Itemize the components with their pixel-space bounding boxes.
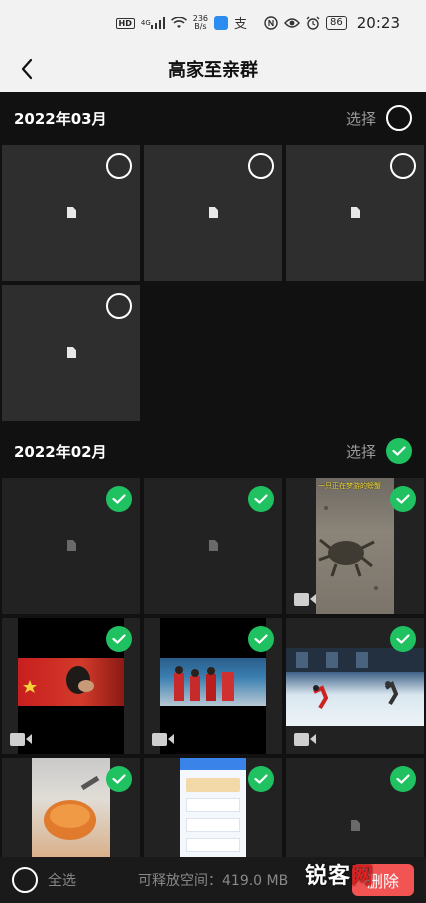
network-speed-unit: B/s	[194, 22, 207, 31]
select-all-button[interactable]: 全选	[12, 867, 76, 893]
chevron-left-icon	[21, 58, 33, 80]
video-icon	[294, 732, 316, 746]
checked-circle-icon[interactable]	[248, 766, 274, 792]
wifi-icon	[170, 17, 187, 29]
hd-indicator: HD	[115, 17, 135, 29]
network-type: 4G	[140, 19, 151, 27]
video-icon	[152, 732, 174, 746]
file-icon	[209, 540, 218, 551]
file-icon	[67, 207, 76, 218]
cloud-app-icon	[214, 16, 229, 30]
section-header-february: 2022年02月 选择	[0, 426, 426, 476]
media-tile[interactable]	[144, 478, 282, 614]
title-bar: 高家至亲群	[0, 46, 426, 92]
media-tile[interactable]: 一只正在梦游的螃蟹	[286, 478, 424, 614]
unchecked-circle-icon[interactable]	[106, 293, 132, 319]
free-space-text: 可释放空间：419.0 MB	[138, 873, 289, 889]
clock: 20:23	[356, 14, 400, 32]
media-tile[interactable]	[2, 478, 140, 614]
media-tile[interactable]	[2, 145, 140, 281]
select-section-button[interactable]: 选择	[346, 438, 412, 464]
file-icon	[351, 207, 360, 218]
video-caption: 一只正在梦游的螃蟹	[318, 482, 381, 490]
checked-circle-icon	[386, 438, 412, 464]
svg-text:支: 支	[234, 17, 247, 30]
section-header-march: 2022年03月 选择	[0, 93, 426, 143]
watermark-text-accent: 网	[350, 864, 374, 889]
media-tile[interactable]	[2, 618, 140, 754]
file-icon	[351, 820, 360, 831]
checked-circle-icon[interactable]	[106, 486, 132, 512]
file-icon	[67, 347, 76, 358]
checked-circle-icon[interactable]	[248, 626, 274, 652]
file-icon	[209, 207, 218, 218]
media-tile[interactable]	[286, 618, 424, 754]
skating-video-thumbnail	[286, 648, 424, 726]
select-label: 选择	[345, 109, 376, 128]
media-tile[interactable]	[144, 618, 282, 754]
checked-circle-icon[interactable]	[390, 766, 416, 792]
nfc-icon	[264, 16, 278, 30]
file-icon	[67, 540, 76, 551]
alarm-icon	[306, 16, 320, 30]
media-grid-march	[2, 145, 424, 421]
media-tile[interactable]	[286, 145, 424, 281]
back-button[interactable]	[12, 54, 42, 84]
eye-icon	[284, 17, 300, 29]
watermark-text: 锐客	[304, 864, 351, 889]
video-icon	[294, 592, 316, 606]
unchecked-circle-icon[interactable]	[390, 153, 416, 179]
crab-video-thumbnail: 一只正在梦游的螃蟹	[316, 478, 394, 614]
checked-circle-icon[interactable]	[390, 626, 416, 652]
page-title: 高家至亲群	[168, 60, 258, 81]
checked-circle-icon[interactable]	[106, 626, 132, 652]
unchecked-circle-icon[interactable]	[106, 153, 132, 179]
unchecked-circle-icon[interactable]	[248, 153, 274, 179]
media-tile[interactable]	[2, 285, 140, 421]
checked-circle-icon[interactable]	[390, 486, 416, 512]
video-icon	[10, 732, 32, 746]
select-section-button[interactable]: 选择	[346, 105, 412, 131]
network-speed: 236 B/s	[193, 15, 208, 31]
status-bar: HD 4G 236 B/s 支 86 20:23	[0, 0, 426, 46]
media-grid-february: 一只正在梦游的螃蟹	[2, 478, 424, 894]
checked-circle-icon[interactable]	[248, 486, 274, 512]
unchecked-circle-icon	[386, 105, 412, 131]
alipay-icon: 支	[234, 16, 248, 30]
mobile-signal-icon: 4G	[141, 17, 165, 29]
battery-indicator: 86	[326, 16, 347, 30]
checked-circle-icon[interactable]	[106, 766, 132, 792]
section-date: 2022年03月	[14, 109, 107, 128]
app-screenshot-thumbnail	[180, 758, 246, 858]
unchecked-circle-icon	[12, 867, 38, 893]
section-date: 2022年02月	[14, 442, 107, 461]
watermark-logo: 锐客网	[305, 858, 374, 890]
media-tile[interactable]	[144, 145, 282, 281]
select-label: 选择	[345, 442, 376, 461]
select-all-label: 全选	[48, 873, 76, 889]
crab-photo-thumbnail	[32, 758, 110, 858]
